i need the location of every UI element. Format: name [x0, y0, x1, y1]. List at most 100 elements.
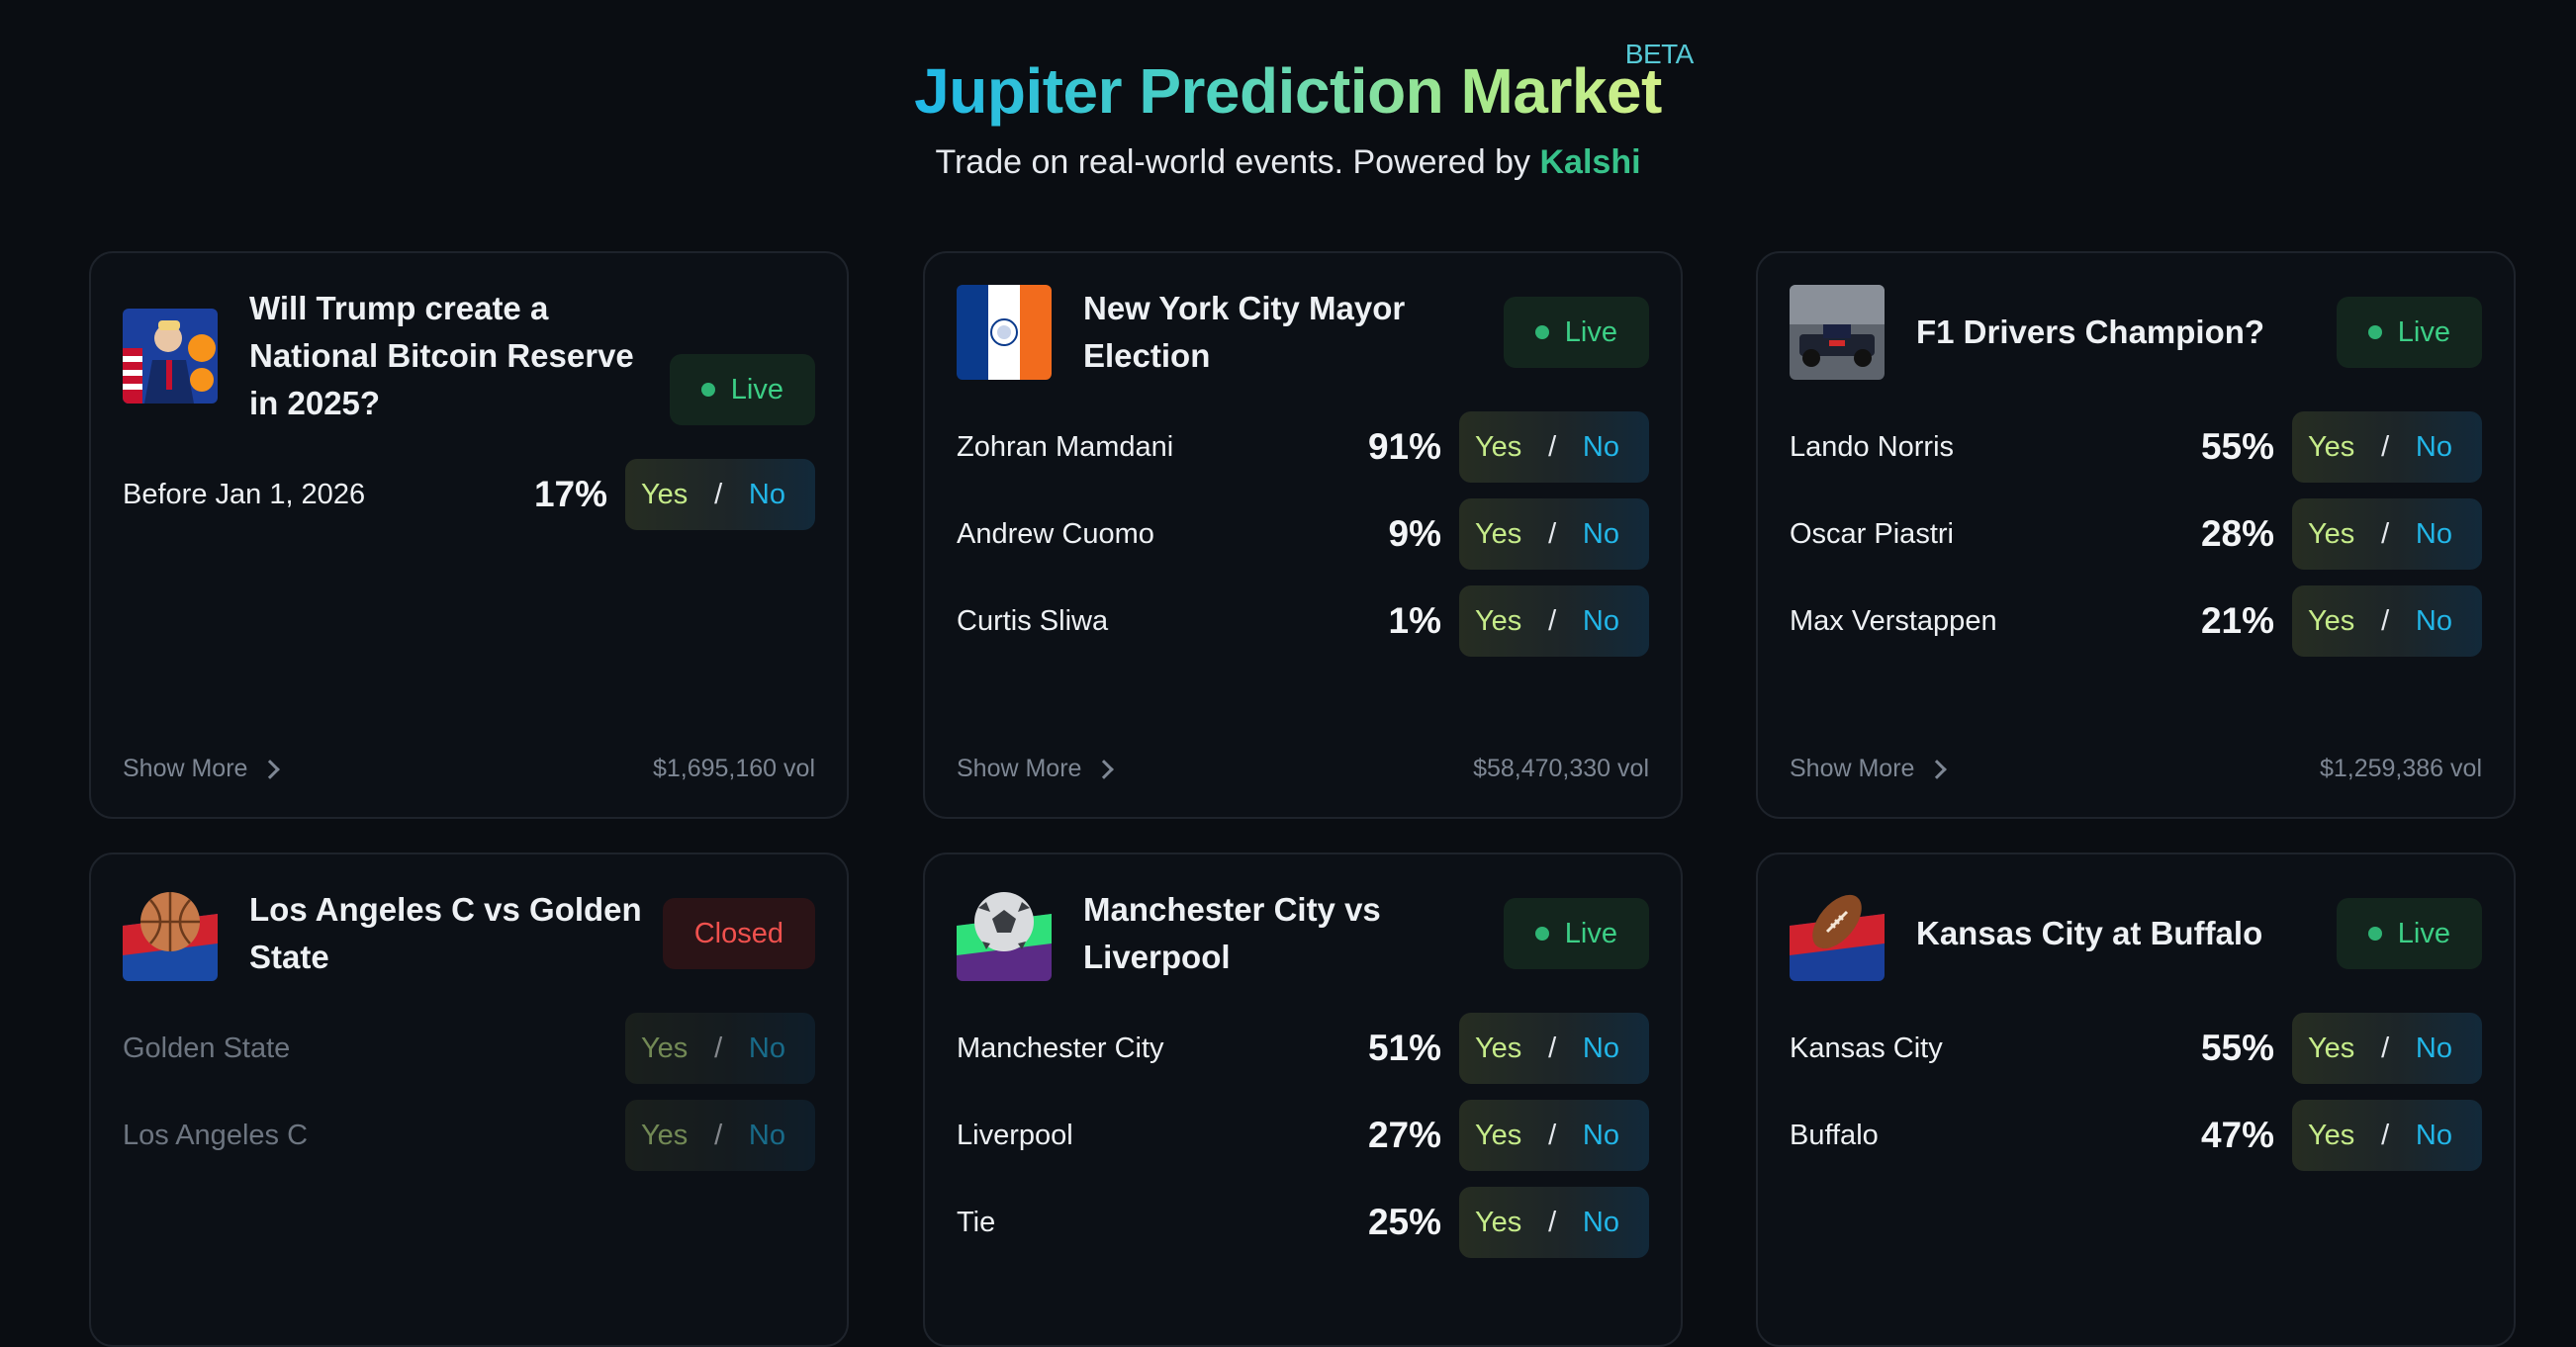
yes-no-button[interactable]: Yes / No: [1459, 411, 1649, 483]
outcome-probability: 21%: [2200, 600, 2274, 641]
yes-no-button[interactable]: Yes / No: [2292, 498, 2482, 570]
yes-no-button[interactable]: Yes / No: [2292, 585, 2482, 657]
yes-no-button[interactable]: Yes / No: [1459, 1100, 1649, 1171]
yes-no-button[interactable]: Yes / No: [625, 1013, 815, 1084]
market-card[interactable]: New York City Mayor Election Live Zohran…: [923, 251, 1683, 819]
outcome-name: Lando Norris: [1790, 430, 1955, 463]
outcome-name: Golden State: [123, 1032, 291, 1064]
outcome-name: Before Jan 1, 2026: [123, 478, 366, 510]
page-title: Jupiter Prediction Market BETA: [914, 39, 1695, 127]
no-button[interactable]: No: [749, 1033, 785, 1065]
yes-no-button[interactable]: Yes / No: [1459, 498, 1649, 570]
outcome-row: Liverpool 27% Yes / No: [957, 1100, 1649, 1171]
market-title[interactable]: New York City Mayor Election: [1083, 285, 1479, 380]
page-subtitle: Trade on real-world events. Powered by K…: [935, 143, 1641, 181]
show-more-button[interactable]: Show More: [123, 755, 281, 783]
outcome-row: Golden State Yes / No: [123, 1013, 815, 1084]
no-button[interactable]: No: [749, 479, 785, 511]
outcome-row: Los Angeles C Yes / No: [123, 1100, 815, 1171]
market-title[interactable]: Los Angeles C vs Golden State: [249, 886, 645, 981]
yes-no-button[interactable]: Yes / No: [625, 1100, 815, 1171]
outcome-probability: 27%: [1367, 1115, 1441, 1155]
outcome-name: Los Angeles C: [123, 1119, 309, 1151]
yes-no-button[interactable]: Yes / No: [2292, 1013, 2482, 1084]
no-button[interactable]: No: [1583, 605, 1619, 638]
outcome-name: Kansas City: [1790, 1032, 1943, 1064]
market-card[interactable]: Kansas City at Buffalo Live Kansas City …: [1756, 853, 2516, 1347]
yes-button[interactable]: Yes: [2308, 1120, 2354, 1152]
no-button[interactable]: No: [1583, 431, 1619, 464]
live-dot-icon: [700, 383, 715, 397]
no-button[interactable]: No: [2416, 605, 2452, 638]
volume-label: $58,470,330 vol: [1473, 755, 1649, 782]
yes-button[interactable]: Yes: [2308, 1033, 2354, 1065]
outcome-row: Manchester City 51% Yes / No: [957, 1013, 1649, 1084]
outcome-probability: 1%: [1388, 600, 1441, 641]
outcome-row: Lando Norris 55% Yes / No: [1790, 411, 2482, 483]
page-header: Jupiter Prediction Market BETA Trade on …: [0, 0, 2576, 227]
yes-button[interactable]: Yes: [1475, 605, 1521, 638]
yes-button[interactable]: Yes: [641, 1120, 688, 1152]
status-badge: Live: [2336, 898, 2482, 969]
market-card[interactable]: Manchester City vs Liverpool Live Manche…: [923, 853, 1683, 1347]
no-button[interactable]: No: [1583, 1120, 1619, 1152]
no-button[interactable]: No: [2416, 518, 2452, 551]
market-title[interactable]: Manchester City vs Liverpool: [1083, 886, 1479, 981]
market-card[interactable]: Los Angeles C vs Golden State Closed Gol…: [89, 853, 849, 1347]
outcome-name: Liverpool: [957, 1119, 1073, 1151]
yes-button[interactable]: Yes: [1475, 1120, 1521, 1152]
yes-button[interactable]: Yes: [641, 479, 688, 511]
outcome-probability: 47%: [2200, 1115, 2274, 1155]
no-button[interactable]: No: [749, 1120, 785, 1152]
yes-no-button[interactable]: Yes / No: [1459, 585, 1649, 657]
yes-button[interactable]: Yes: [1475, 518, 1521, 551]
market-title[interactable]: F1 Drivers Champion?: [1916, 309, 2312, 356]
show-more-button[interactable]: Show More: [1790, 755, 1948, 783]
yes-no-button[interactable]: Yes / No: [2292, 411, 2482, 483]
no-button[interactable]: No: [1583, 1033, 1619, 1065]
yes-button[interactable]: Yes: [2308, 605, 2354, 638]
f1-car-image: [1790, 285, 1885, 380]
market-card[interactable]: Will Trump create a National Bitcoin Res…: [89, 251, 849, 819]
status-badge: Closed: [662, 898, 815, 969]
no-button[interactable]: No: [2416, 1033, 2452, 1065]
market-card[interactable]: F1 Drivers Champion? Live Lando Norris 5…: [1756, 251, 2516, 819]
yes-button[interactable]: Yes: [641, 1033, 688, 1065]
show-more-button[interactable]: Show More: [957, 755, 1115, 783]
chevron-right-icon: [1927, 759, 1948, 779]
basketball-icon: [123, 886, 218, 981]
outcome-name: Buffalo: [1790, 1119, 1879, 1151]
beta-badge: BETA: [1624, 39, 1695, 69]
outcome-name: Oscar Piastri: [1790, 517, 1954, 550]
outcome-row: Oscar Piastri 28% Yes / No: [1790, 498, 2482, 570]
yes-button[interactable]: Yes: [1475, 431, 1521, 464]
yes-no-button[interactable]: Yes / No: [625, 459, 815, 530]
no-button[interactable]: No: [2416, 431, 2452, 464]
market-title[interactable]: Will Trump create a National Bitcoin Res…: [249, 285, 645, 427]
nyc-flag-image: [957, 285, 1052, 380]
live-dot-icon: [2367, 325, 2382, 339]
outcome-row: Kansas City 55% Yes / No: [1790, 1013, 2482, 1084]
outcome-name: Andrew Cuomo: [957, 517, 1154, 550]
yes-no-button[interactable]: Yes / No: [1459, 1187, 1649, 1258]
yes-button[interactable]: Yes: [1475, 1207, 1521, 1239]
yes-button[interactable]: Yes: [2308, 431, 2354, 464]
kalshi-link[interactable]: Kalshi: [1540, 143, 1641, 181]
no-button[interactable]: No: [1583, 518, 1619, 551]
status-badge: Live: [1503, 297, 1649, 368]
yes-button[interactable]: Yes: [1475, 1033, 1521, 1065]
no-button[interactable]: No: [2416, 1120, 2452, 1152]
market-title[interactable]: Kansas City at Buffalo: [1916, 910, 2332, 957]
yes-button[interactable]: Yes: [2308, 518, 2354, 551]
outcome-name: Manchester City: [957, 1032, 1164, 1064]
yes-no-button[interactable]: Yes / No: [1459, 1013, 1649, 1084]
live-dot-icon: [2367, 927, 2382, 941]
outcome-name: Zohran Mamdani: [957, 430, 1174, 463]
outcome-row: Curtis Sliwa 1% Yes / No: [957, 585, 1649, 657]
outcome-probability: 28%: [2200, 513, 2274, 554]
chevron-right-icon: [260, 759, 281, 779]
no-button[interactable]: No: [1583, 1207, 1619, 1239]
live-dot-icon: [1534, 927, 1549, 941]
yes-no-button[interactable]: Yes / No: [2292, 1100, 2482, 1171]
outcome-probability: 91%: [1367, 426, 1441, 467]
